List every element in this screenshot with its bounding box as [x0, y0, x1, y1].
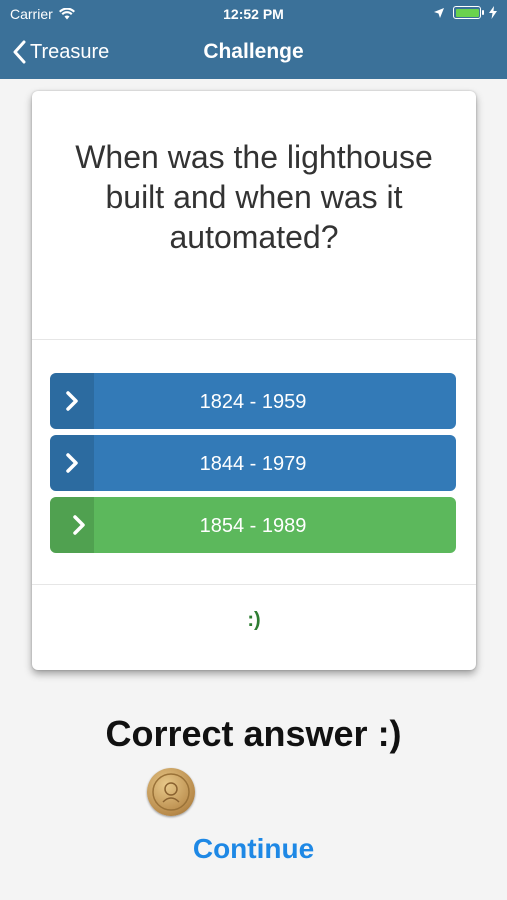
question-text: When was the lighthouse built and when w…: [75, 139, 433, 255]
location-arrow-icon: [434, 7, 444, 18]
status-bar: Carrier 12:52 PM: [0, 0, 507, 28]
status-right: [433, 6, 497, 19]
divider: [32, 339, 476, 340]
result-message: Correct answer :): [105, 713, 402, 754]
coin-icon: [147, 768, 195, 816]
status-time: 12:52 PM: [223, 6, 284, 22]
feedback-text: :): [247, 609, 261, 631]
answer-option-2[interactable]: 1844 - 1979: [50, 435, 456, 491]
navigation-header: Carrier 12:52 PM Treasure Challenge: [0, 0, 507, 79]
answer-label: 1854 - 1989: [199, 515, 307, 537]
battery-icon: [453, 6, 484, 19]
charging-bolt-icon: [489, 6, 497, 19]
page-title: Challenge: [203, 40, 304, 63]
answer-option-3-correct[interactable]: 1854 - 1989: [50, 497, 456, 553]
continue-button[interactable]: Continue: [0, 833, 507, 865]
answer-option-1[interactable]: 1824 - 1959: [50, 373, 456, 429]
answer-label: 1824 - 1959: [199, 391, 307, 413]
divider: [32, 584, 476, 585]
question-card: When was the lighthouse built and when w…: [32, 91, 476, 670]
answer-label: 1844 - 1979: [199, 453, 307, 475]
